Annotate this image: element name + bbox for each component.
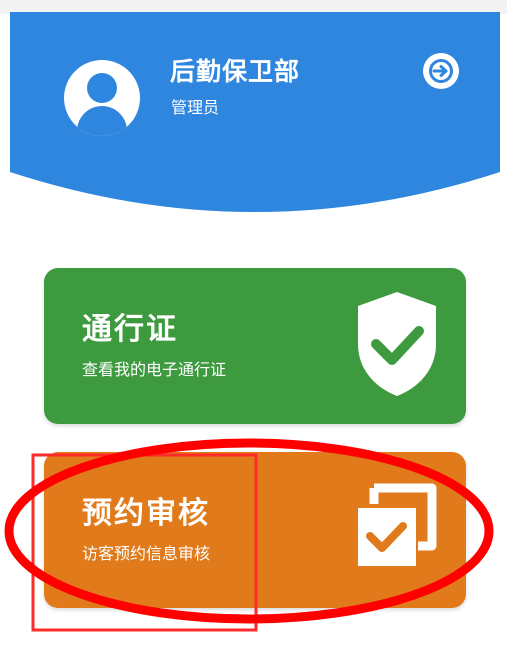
appointment-review-card[interactable]: 预约审核 访客预约信息审核: [44, 452, 466, 608]
logout-button[interactable]: [422, 52, 460, 90]
user-avatar-icon: [87, 73, 117, 103]
appointment-review-card-subtitle: 访客预约信息审核: [82, 544, 211, 563]
user-name: 后勤保卫部: [170, 57, 301, 86]
avatar-body: [77, 106, 127, 136]
copy-check-icon: [358, 483, 437, 566]
pass-card-title: 通行证: [82, 312, 178, 347]
logout-icon: [423, 53, 459, 89]
pass-card-subtitle: 查看我的电子通行证: [82, 360, 227, 379]
avatar[interactable]: [64, 60, 140, 136]
user-role: 管理员: [171, 98, 220, 117]
shield-check-icon: [358, 292, 436, 396]
appointment-review-card-title: 预约审核: [82, 496, 210, 531]
pass-card[interactable]: 通行证 查看我的电子通行证: [44, 268, 466, 424]
